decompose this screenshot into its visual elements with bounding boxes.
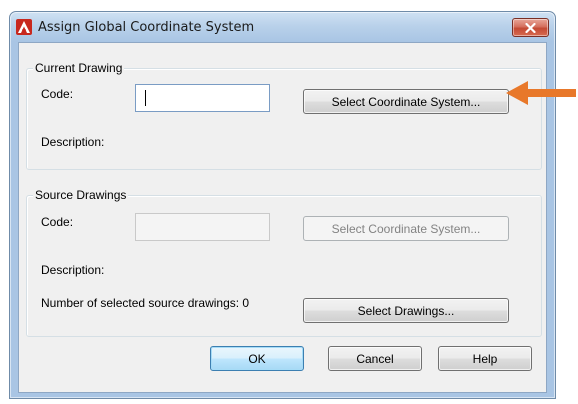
current-code-input[interactable]	[135, 84, 270, 112]
source-code-label: Code:	[41, 215, 74, 229]
arrow-left-icon	[506, 81, 576, 105]
dialog-client-area: Current Drawing Code: Select Coordinate …	[18, 42, 547, 393]
source-code-input[interactable]	[135, 213, 270, 241]
text-cursor	[145, 90, 146, 106]
source-drawings-group-label: Source Drawings	[33, 188, 129, 202]
help-button[interactable]: Help	[438, 346, 532, 371]
current-description-label: Description:	[41, 135, 105, 149]
current-code-label: Code:	[41, 87, 74, 101]
cancel-button[interactable]: Cancel	[328, 346, 422, 371]
source-description-label: Description:	[41, 263, 105, 277]
select-drawings-button[interactable]: Select Drawings...	[303, 298, 509, 323]
close-button[interactable]	[512, 18, 549, 37]
source-select-coordinate-system-button[interactable]: Select Coordinate System...	[303, 216, 509, 241]
close-icon	[525, 22, 536, 33]
current-select-coordinate-system-button[interactable]: Select Coordinate System...	[303, 89, 509, 114]
ok-button[interactable]: OK	[210, 346, 304, 371]
autocad-logo-icon	[16, 19, 32, 35]
title-bar[interactable]: Assign Global Coordinate System	[10, 12, 555, 42]
selected-source-drawings-count: Number of selected source drawings: 0	[41, 296, 250, 310]
dialog-window: Assign Global Coordinate System Current …	[9, 11, 556, 399]
current-drawing-group-label: Current Drawing	[33, 61, 125, 75]
current-drawing-group: Current Drawing	[26, 61, 542, 170]
window-title: Assign Global Coordinate System	[38, 20, 255, 35]
